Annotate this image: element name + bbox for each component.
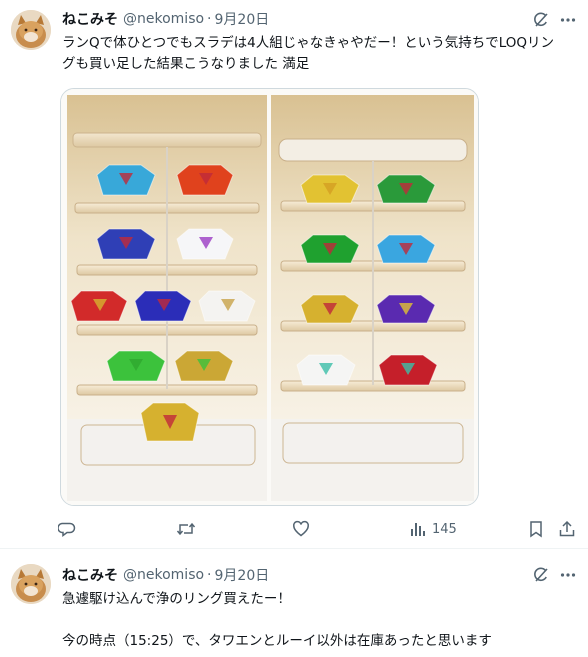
avatar[interactable] (11, 564, 51, 604)
tweet-photo[interactable] (60, 88, 479, 506)
bookmark-icon (528, 520, 544, 538)
more-icon[interactable] (558, 565, 578, 585)
like-icon (292, 520, 310, 538)
share-button[interactable] (558, 518, 576, 540)
tweet-text-line: ランQで体ひとつでもスラデは4人組じゃなきゃやだー！という気持ちでLOQリン (62, 35, 555, 51)
separator-dot: · (207, 567, 212, 583)
grok-icon[interactable] (531, 10, 551, 30)
handle[interactable]: @nekomiso (123, 11, 204, 27)
reply-button[interactable] (58, 518, 76, 540)
tweet-text: 急遽駆け込んで浄のリング買えたー！ 今の時点（15:25）で、タワエンとルーイ以… (62, 589, 577, 652)
share-icon (558, 520, 576, 538)
timestamp[interactable]: 9月20日 (215, 9, 270, 29)
tweet-text-blank-line (62, 610, 577, 631)
display-name[interactable]: ねこみそ (62, 9, 118, 29)
views-count: 145 (432, 521, 457, 537)
retweet-button[interactable] (176, 518, 196, 540)
tweet-text-line: 急遽駆け込んで浄のリング買えたー！ (62, 591, 291, 607)
action-bar: 145 (52, 518, 580, 540)
tweet[interactable]: ねこみそ @nekomiso · 9月20日 急遽駆け込んで浄のリング買えたー！… (0, 549, 588, 657)
separator-dot: · (207, 11, 212, 27)
tweet-text-line: グも買い足した結果こうなりました 満足 (62, 56, 310, 72)
tweet[interactable]: ねこみそ @nekomiso · 9月20日 ランQで体ひとつでもスラデは4人組… (0, 0, 588, 549)
reply-icon (58, 520, 76, 538)
timestamp[interactable]: 9月20日 (215, 565, 270, 585)
bookmark-button[interactable] (528, 518, 544, 540)
handle[interactable]: @nekomiso (123, 567, 204, 583)
like-button[interactable] (292, 518, 310, 540)
avatar[interactable] (11, 10, 51, 50)
display-name[interactable]: ねこみそ (62, 565, 118, 585)
retweet-icon (176, 520, 196, 538)
views-button[interactable]: 145 (410, 518, 457, 540)
tweet-text: ランQで体ひとつでもスラデは4人組じゃなきゃやだー！という気持ちでLOQリン グ… (62, 33, 577, 75)
views-icon (410, 521, 426, 537)
grok-icon[interactable] (531, 565, 551, 585)
more-icon[interactable] (558, 10, 578, 30)
tweet-text-line: 今の時点（15:25）で、タワエンとルーイ以外は在庫あったと思います (62, 633, 492, 649)
